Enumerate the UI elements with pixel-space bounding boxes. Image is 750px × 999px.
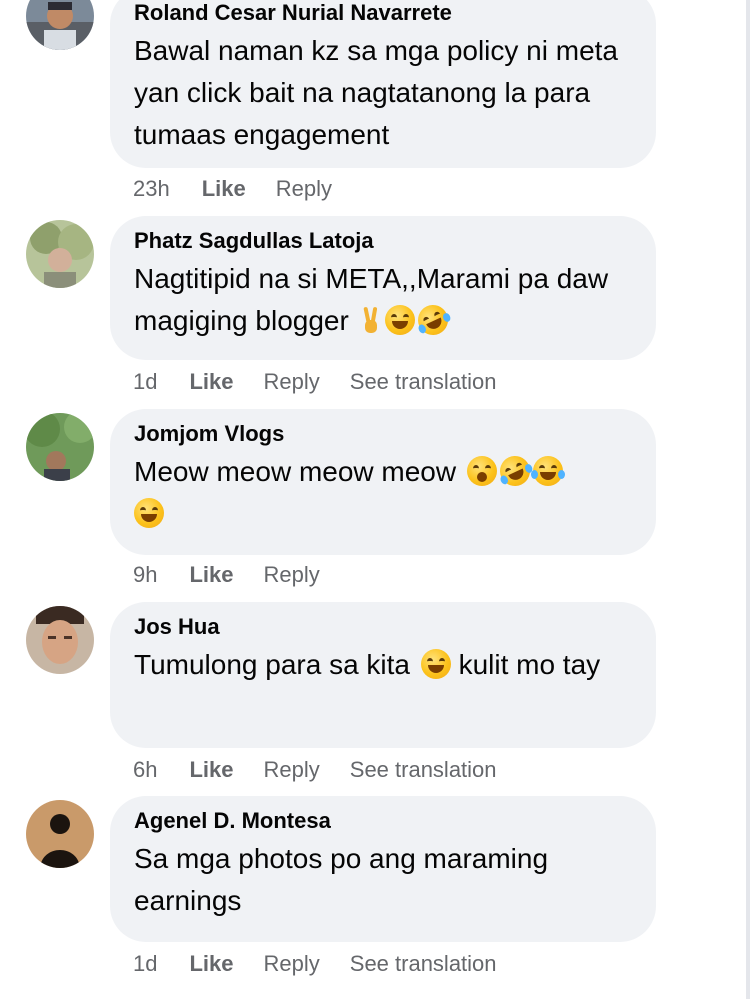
comment-timestamp[interactable]: 9h bbox=[133, 562, 157, 587]
comment-timestamp[interactable]: 6h bbox=[133, 757, 157, 782]
rolling-on-floor-laughing-face-icon bbox=[494, 451, 535, 491]
victory-hand-icon bbox=[360, 305, 382, 335]
like-button[interactable]: Like bbox=[189, 757, 233, 782]
like-button[interactable]: Like bbox=[189, 951, 233, 976]
see-translation-link[interactable]: See translation bbox=[350, 369, 497, 394]
avatar-photo-icon bbox=[26, 0, 94, 50]
comment-bubble: Phatz Sagdullas Latoja Nagtitipid na si … bbox=[110, 216, 656, 360]
reply-button[interactable]: Reply bbox=[276, 176, 332, 201]
comment-bubble: Jomjom Vlogs Meow meow meow meow bbox=[110, 409, 656, 555]
comment-author[interactable]: Phatz Sagdullas Latoja bbox=[134, 226, 632, 256]
comment-author[interactable]: Jomjom Vlogs bbox=[134, 419, 632, 449]
comment-author[interactable]: Jos Hua bbox=[134, 612, 632, 642]
grinning-squinting-face-icon bbox=[384, 305, 415, 335]
reply-button[interactable]: Reply bbox=[264, 562, 320, 587]
page-right-edge bbox=[746, 0, 750, 999]
comment-timestamp[interactable]: 23h bbox=[133, 176, 170, 201]
comment-author[interactable]: Agenel D. Montesa bbox=[134, 806, 632, 836]
grinning-squinting-face-icon bbox=[134, 498, 164, 528]
comment-timestamp[interactable]: 1d bbox=[133, 369, 157, 394]
comment-actions: 1d Like Reply See translation bbox=[133, 949, 527, 979]
comment-text: Sa mga photos po ang maraming earnings bbox=[134, 843, 549, 916]
like-button[interactable]: Like bbox=[202, 176, 246, 201]
tears-of-joy-face-icon bbox=[530, 456, 565, 486]
like-button[interactable]: Like bbox=[189, 562, 233, 587]
comment-text-body-continued: kulit mo tay bbox=[458, 649, 601, 680]
avatar[interactable] bbox=[26, 220, 94, 288]
comment-bubble: Agenel D. Montesa Sa mga photos po ang m… bbox=[110, 796, 656, 942]
avatar[interactable] bbox=[26, 606, 94, 674]
reply-button[interactable]: Reply bbox=[264, 369, 320, 394]
comment-text: Bawal naman kz sa mga policy ni meta yan… bbox=[134, 35, 618, 150]
avatar-photo-icon bbox=[26, 606, 94, 674]
see-translation-link[interactable]: See translation bbox=[350, 951, 497, 976]
comment-text: Meow meow meow meow bbox=[134, 451, 632, 535]
comment-actions: 23h Like Reply bbox=[133, 174, 362, 204]
reply-button[interactable]: Reply bbox=[264, 951, 320, 976]
avatar[interactable] bbox=[26, 800, 94, 868]
comment-actions: 9h Like Reply bbox=[133, 560, 350, 590]
comment-bubble: Roland Cesar Nurial Navarrete Bawal nama… bbox=[110, 0, 656, 168]
face-with-open-mouth-icon bbox=[466, 456, 497, 486]
like-button[interactable]: Like bbox=[189, 369, 233, 394]
rolling-on-floor-laughing-face-icon bbox=[412, 300, 453, 340]
grinning-squinting-face-icon bbox=[420, 649, 451, 679]
comment-text-body: Tumulong para sa kita bbox=[134, 649, 410, 680]
avatar-photo-icon bbox=[26, 220, 94, 288]
avatar[interactable] bbox=[26, 0, 94, 50]
comment-text: Nagtitipid na si META,,Marami pa daw mag… bbox=[134, 258, 632, 342]
avatar[interactable] bbox=[26, 413, 94, 481]
avatar-photo-icon bbox=[26, 413, 94, 481]
reply-button[interactable]: Reply bbox=[264, 757, 320, 782]
comment-author[interactable]: Roland Cesar Nurial Navarrete bbox=[134, 0, 632, 28]
comment-timestamp[interactable]: 1d bbox=[133, 951, 157, 976]
comment-actions: 1d Like Reply See translation bbox=[133, 367, 527, 397]
comment-text-body: Meow meow meow meow bbox=[134, 456, 457, 487]
comment-actions: 6h Like Reply See translation bbox=[133, 755, 527, 785]
see-translation-link[interactable]: See translation bbox=[350, 757, 497, 782]
comment-text: Tumulong para sa kita kulit mo tay bbox=[134, 644, 632, 686]
comment-bubble: Jos Hua Tumulong para sa kita kulit mo t… bbox=[110, 602, 656, 748]
avatar-photo-icon bbox=[26, 800, 94, 868]
